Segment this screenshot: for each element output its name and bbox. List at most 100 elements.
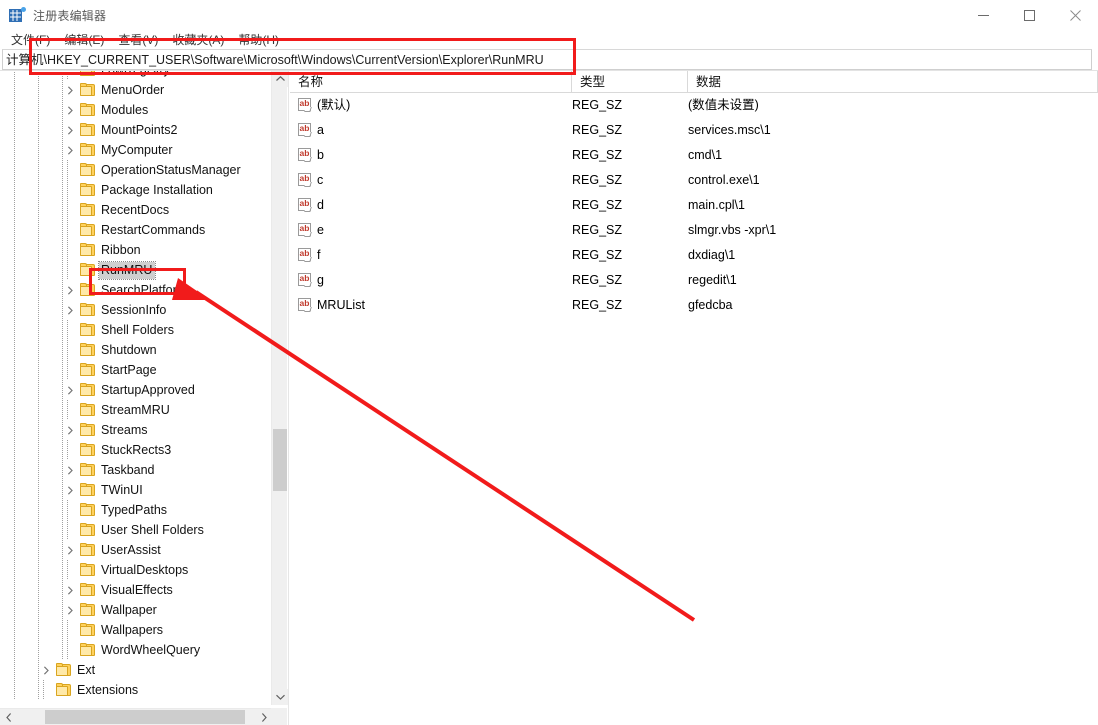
tree-item-package-installation[interactable]: Package Installation: [0, 180, 272, 200]
chevron-right-icon[interactable]: [64, 540, 76, 560]
scroll-right-icon[interactable]: [255, 709, 272, 725]
tree-item-wordwheelquery[interactable]: WordWheelQuery: [0, 640, 272, 660]
tree-item-taskband[interactable]: Taskband: [0, 460, 272, 480]
folder-icon: [56, 663, 72, 677]
tree-item-mycomputer[interactable]: MyComputer: [0, 140, 272, 160]
tree-item-stuckrects3[interactable]: StuckRects3: [0, 440, 272, 460]
tree-item-sessioninfo[interactable]: SessionInfo: [0, 300, 272, 320]
tree-item-visualeffects[interactable]: VisualEffects: [0, 580, 272, 600]
close-button[interactable]: [1052, 0, 1098, 30]
tree-item-wallpapers[interactable]: Wallpapers: [0, 620, 272, 640]
menu-item-4[interactable]: 帮助(H): [231, 30, 286, 49]
tree-item-searchplatform[interactable]: SearchPlatform: [0, 280, 272, 300]
scroll-down-icon[interactable]: [272, 689, 288, 705]
tree-guide-line: [14, 320, 15, 340]
tree-item-label: RestartCommands: [101, 223, 206, 237]
chevron-right-icon[interactable]: [64, 300, 76, 320]
column-header-0[interactable]: 名称: [290, 71, 572, 93]
chevron-right-icon[interactable]: [64, 460, 76, 480]
tree-guide-line: [38, 260, 39, 280]
tree-item-extensions[interactable]: Extensions: [0, 680, 272, 700]
tree-item-ext[interactable]: Ext: [0, 660, 272, 680]
tree-horizontal-scrollbar[interactable]: [0, 708, 272, 725]
value-row[interactable]: ab c REG_SZ control.exe\1: [290, 168, 1098, 193]
tree-item-shell-folders[interactable]: Shell Folders: [0, 320, 272, 340]
tree-guide-line: [14, 140, 15, 160]
folder-icon: [80, 283, 96, 297]
tree-item-virtualdesktops[interactable]: VirtualDesktops: [0, 560, 272, 580]
tree-item-streams[interactable]: Streams: [0, 420, 272, 440]
string-value-icon: ab: [298, 248, 312, 262]
tree-item-runmru[interactable]: RunMRU: [0, 260, 272, 280]
menu-item-3[interactable]: 收藏夹(A): [165, 30, 231, 49]
chevron-right-icon[interactable]: [64, 140, 76, 160]
value-row[interactable]: ab f REG_SZ dxdiag\1: [290, 243, 1098, 268]
tree-item-modules[interactable]: Modules: [0, 100, 272, 120]
tree-guide-line: [38, 220, 39, 240]
chevron-right-icon[interactable]: [64, 100, 76, 120]
tree-item-user-shell-folders[interactable]: User Shell Folders: [0, 520, 272, 540]
minimize-button[interactable]: [960, 0, 1006, 30]
tree-item-operationstatusmanager[interactable]: OperationStatusManager: [0, 160, 272, 180]
folder-icon: [80, 523, 96, 537]
chevron-right-icon[interactable]: [64, 420, 76, 440]
tree-item-typedpaths[interactable]: TypedPaths: [0, 500, 272, 520]
tree-item-ribbon[interactable]: Ribbon: [0, 240, 272, 260]
tree-guide-line: [14, 680, 15, 700]
registry-path-input[interactable]: 计算机\HKEY_CURRENT_USER\Software\Microsoft…: [2, 49, 1092, 70]
menu-item-2[interactable]: 查看(V): [111, 30, 165, 49]
tree-item-wallpaper[interactable]: Wallpaper: [0, 600, 272, 620]
scroll-up-icon[interactable]: [272, 71, 288, 87]
scroll-left-icon[interactable]: [0, 709, 17, 725]
tree-item-recentdocs[interactable]: RecentDocs: [0, 200, 272, 220]
folder-icon: [80, 263, 96, 277]
chevron-right-icon[interactable]: [64, 120, 76, 140]
maximize-button[interactable]: [1006, 0, 1052, 30]
tree-hscroll-thumb[interactable]: [45, 710, 245, 724]
tree-item-menuorder[interactable]: MenuOrder: [0, 80, 272, 100]
value-row[interactable]: ab e REG_SZ slmgr.vbs -xpr\1: [290, 218, 1098, 243]
tree-guide-line: [14, 71, 15, 80]
value-name: g: [317, 273, 324, 287]
value-name: d: [317, 198, 324, 212]
menu-item-0[interactable]: 文件(F): [4, 30, 57, 49]
tree-guide-line: [14, 280, 15, 300]
tree-item-mountpoints2[interactable]: MountPoints2: [0, 120, 272, 140]
value-type: REG_SZ: [572, 198, 623, 212]
folder-icon: [80, 563, 96, 577]
menu-item-1[interactable]: 编辑(E): [57, 30, 111, 49]
value-row[interactable]: ab (默认) REG_SZ (数值未设置): [290, 93, 1098, 118]
value-type: REG_SZ: [572, 298, 623, 312]
folder-icon: [80, 143, 96, 157]
tree-item-userassist[interactable]: UserAssist: [0, 540, 272, 560]
chevron-right-icon[interactable]: [40, 660, 52, 680]
chevron-right-icon[interactable]: [64, 80, 76, 100]
tree-item-restartcommands[interactable]: RestartCommands: [0, 220, 272, 240]
tree-guide-line: [62, 80, 63, 100]
value-row[interactable]: ab a REG_SZ services.msc\1: [290, 118, 1098, 143]
chevron-right-icon[interactable]: [64, 480, 76, 500]
value-row[interactable]: ab MRUList REG_SZ gfedcba: [290, 293, 1098, 318]
value-row[interactable]: ab d REG_SZ main.cpl\1: [290, 193, 1098, 218]
tree-item-startpage[interactable]: StartPage: [0, 360, 272, 380]
tree-scroll-thumb[interactable]: [273, 429, 287, 491]
chevron-right-icon[interactable]: [64, 600, 76, 620]
tree-guide-line: [62, 360, 63, 380]
chevron-right-icon[interactable]: [64, 380, 76, 400]
tree-guide-line: [38, 460, 39, 480]
value-data: regedit\1: [688, 273, 737, 287]
tree-item-twinui[interactable]: TWinUI: [0, 480, 272, 500]
tree-item-lowregistry[interactable]: LowRegistry: [0, 71, 272, 80]
value-name: c: [317, 173, 324, 187]
chevron-right-icon[interactable]: [64, 280, 76, 300]
tree-item-streammru[interactable]: StreamMRU: [0, 400, 272, 420]
chevron-right-icon[interactable]: [64, 580, 76, 600]
value-row[interactable]: ab g REG_SZ regedit\1: [290, 268, 1098, 293]
value-row[interactable]: ab b REG_SZ cmd\1: [290, 143, 1098, 168]
tree-item-startupapproved[interactable]: StartupApproved: [0, 380, 272, 400]
tree-guide-line: [62, 260, 63, 280]
column-header-1[interactable]: 类型: [572, 71, 688, 93]
column-header-2[interactable]: 数据: [688, 71, 1098, 93]
tree-vertical-scrollbar[interactable]: [271, 71, 288, 705]
tree-item-shutdown[interactable]: Shutdown: [0, 340, 272, 360]
